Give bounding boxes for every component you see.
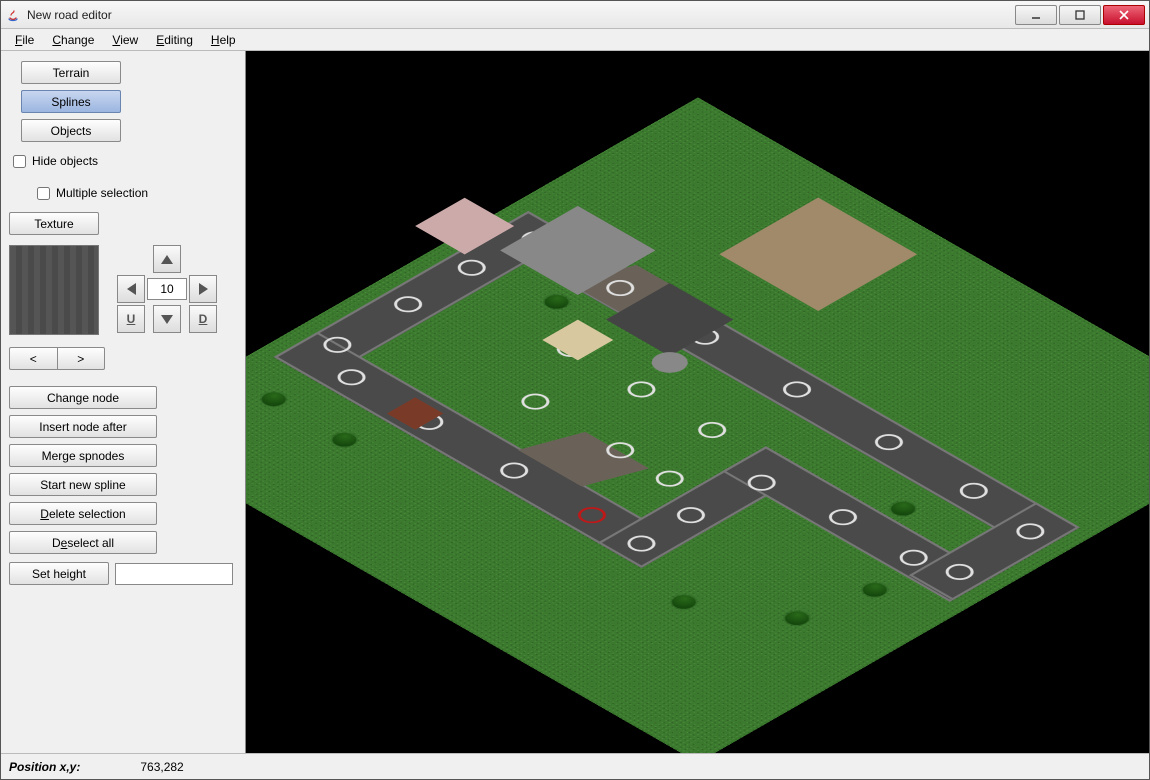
prev-button[interactable]: < — [9, 347, 57, 370]
spline-node[interactable] — [621, 378, 661, 401]
action-buttons: Change node Insert node after Merge spno… — [9, 386, 237, 554]
tab-splines[interactable]: Splines — [21, 90, 121, 113]
multiple-selection-checkbox[interactable] — [37, 187, 50, 200]
spline-node[interactable] — [515, 390, 555, 413]
statusbar: Position x,y: 763,282 — [1, 753, 1149, 779]
main-area: Terrain Splines Objects Hide objects Mul… — [1, 51, 1149, 753]
merge-spnodes-button[interactable]: Merge spnodes — [9, 444, 157, 467]
arrow-down-icon — [161, 315, 173, 324]
seg-prev-next: < > — [9, 347, 105, 370]
tree — [780, 609, 814, 628]
road-segment — [597, 446, 809, 568]
hide-objects-label: Hide objects — [32, 154, 98, 168]
java-icon — [5, 7, 21, 23]
dpad-d-button[interactable]: D — [189, 305, 217, 333]
dpad: U D — [117, 245, 217, 335]
spline-node[interactable] — [600, 439, 640, 462]
tree — [539, 292, 573, 311]
minimize-button[interactable] — [1015, 5, 1057, 25]
arrow-up-icon — [161, 255, 173, 264]
sidebar: Terrain Splines Objects Hide objects Mul… — [1, 51, 245, 753]
dpad-u-button[interactable]: U — [117, 305, 145, 333]
titlebar: New road editor — [1, 1, 1149, 29]
menu-view[interactable]: View — [104, 31, 146, 49]
tree — [857, 580, 891, 599]
maximize-button[interactable] — [1059, 5, 1101, 25]
multiple-selection-row[interactable]: Multiple selection — [9, 180, 237, 206]
tree — [256, 390, 290, 409]
tree — [666, 592, 700, 611]
set-height-input[interactable] — [115, 563, 233, 585]
set-height-button[interactable]: Set height — [9, 562, 109, 585]
menubar: FileChangeViewEditingHelp — [1, 29, 1149, 51]
start-spline-button[interactable]: Start new spline — [9, 473, 157, 496]
change-node-button[interactable]: Change node — [9, 386, 157, 409]
viewport[interactable] — [245, 51, 1149, 753]
status-position-label: Position x,y: — [9, 760, 80, 774]
u-label: U — [127, 312, 136, 326]
dpad-left-button[interactable] — [117, 275, 145, 303]
tree — [327, 430, 361, 449]
hide-objects-checkbox[interactable] — [13, 155, 26, 168]
arrow-left-icon — [127, 283, 136, 295]
dpad-right-button[interactable] — [189, 275, 217, 303]
ground-plane — [245, 98, 1149, 753]
menu-editing[interactable]: Editing — [148, 31, 201, 49]
deselect-all-button[interactable]: Deselect all — [9, 531, 157, 554]
arrow-right-icon — [199, 283, 208, 295]
dpad-down-button[interactable] — [153, 305, 181, 333]
insert-node-button[interactable]: Insert node after — [9, 415, 157, 438]
next-button[interactable]: > — [57, 347, 106, 370]
status-position-value: 763,282 — [140, 760, 183, 774]
app-window: New road editor FileChangeViewEditingHel… — [0, 0, 1150, 780]
set-height-row: Set height — [9, 562, 237, 585]
d-label: D — [199, 312, 208, 326]
tab-objects[interactable]: Objects — [21, 119, 121, 142]
menu-help[interactable]: Help — [203, 31, 244, 49]
texture-button[interactable]: Texture — [9, 212, 99, 235]
delete-selection-button[interactable]: Delete selection — [9, 502, 157, 525]
close-button[interactable] — [1103, 5, 1145, 25]
window-title: New road editor — [27, 8, 1015, 22]
dpad-up-button[interactable] — [153, 245, 181, 273]
menu-change[interactable]: Change — [44, 31, 102, 49]
texture-preview[interactable] — [9, 245, 99, 335]
hide-objects-row[interactable]: Hide objects — [9, 148, 237, 174]
texture-row: U D — [9, 245, 237, 335]
window-buttons — [1015, 5, 1145, 25]
menu-file[interactable]: File — [7, 31, 42, 49]
dpad-value-input[interactable] — [147, 278, 187, 300]
spline-node[interactable] — [649, 467, 689, 490]
tab-terrain[interactable]: Terrain — [21, 61, 121, 84]
multiple-selection-label: Multiple selection — [56, 186, 148, 200]
tree — [886, 499, 920, 518]
